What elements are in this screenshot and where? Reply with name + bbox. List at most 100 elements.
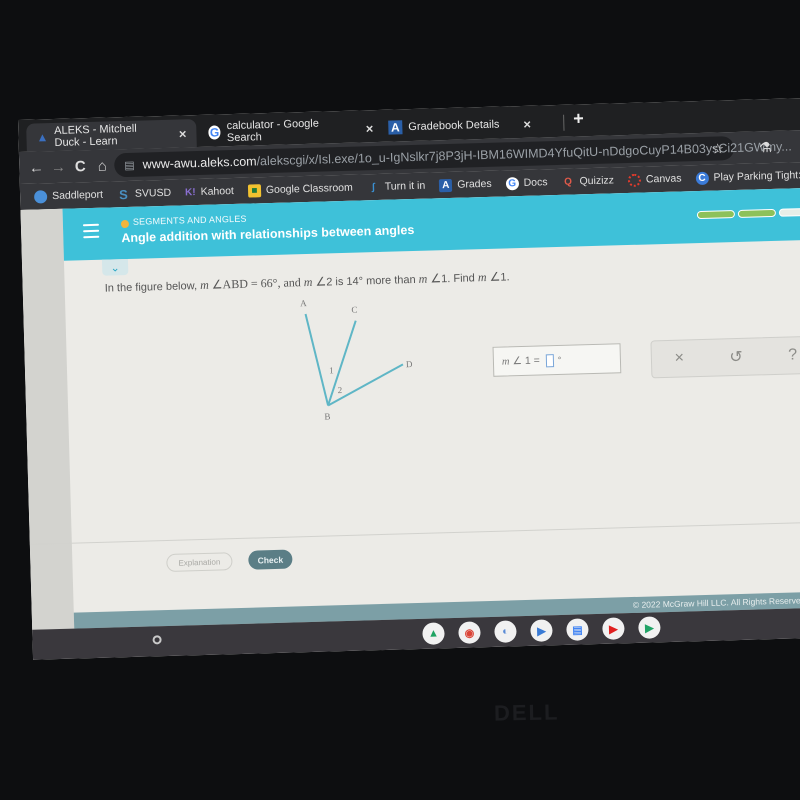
aleks-logo-icon: ▲	[36, 130, 49, 145]
bookmark-google-classroom[interactable]: ■ Google Classroom	[247, 181, 353, 198]
play-store-icon[interactable]: ▶	[638, 616, 661, 639]
saddleport-icon	[33, 189, 48, 204]
turnitin-icon: ʃ	[371, 181, 376, 193]
progress-segment	[737, 208, 777, 218]
close-tab-icon[interactable]: ×	[366, 121, 374, 136]
math-m: m	[501, 355, 510, 368]
answer-box: m ∠ 1 = °	[492, 343, 622, 377]
bookmark-grades[interactable]: A Grades	[439, 177, 492, 192]
math-m: m	[199, 277, 209, 292]
forward-icon[interactable]: →	[47, 158, 69, 176]
game-icon: C	[695, 171, 709, 185]
question-part: 1. Find	[441, 272, 479, 286]
tab-label: Gradebook Details	[408, 118, 500, 134]
topic-status-dot	[120, 219, 130, 229]
google-icon: G	[505, 176, 519, 190]
extension-icon[interactable]: ⚗	[759, 139, 772, 156]
bookmark-label: Quizizz	[579, 174, 615, 188]
back-icon[interactable]: ←	[25, 159, 47, 177]
kahoot-icon: K!	[184, 186, 196, 198]
progress-segment	[696, 210, 736, 220]
new-tab-button[interactable]: +	[573, 108, 584, 129]
home-icon[interactable]: ⌂	[91, 157, 113, 175]
angle-figure: A C D B 1 2	[300, 298, 413, 422]
question-text: In the figure below, m ∠ABD = 66°, and m…	[105, 269, 510, 295]
site-info-icon[interactable]: ▤	[124, 158, 135, 171]
bookmark-canvas[interactable]: Canvas	[627, 172, 682, 187]
bookmark-play-parking[interactable]: C Play Parking Tight:...	[695, 168, 800, 185]
bookmark-docs[interactable]: G Docs	[505, 176, 548, 190]
answer-input[interactable]	[545, 353, 555, 367]
laptop-screen: ▲ ALEKS - Mitchell Duck - Learn × G calc…	[18, 97, 800, 660]
angle-2-label: 2	[338, 385, 343, 395]
quizizz-icon: Q	[564, 176, 573, 188]
point-b-label: B	[324, 411, 330, 421]
google-drive-icon[interactable]: ▲	[422, 622, 445, 645]
check-button[interactable]: Check	[248, 549, 293, 570]
point-c-label: C	[351, 305, 357, 315]
bookmark-svusd[interactable]: S SVUSD	[117, 186, 172, 201]
canvas-icon	[627, 173, 642, 187]
undo-icon[interactable]: ↺	[729, 347, 743, 367]
bookmark-label: Saddleport	[51, 188, 104, 203]
bookmark-kahoot[interactable]: K! Kahoot	[185, 185, 234, 199]
launcher-icon[interactable]	[152, 635, 162, 645]
copyright-text: © 2022 McGraw Hill LLC. All Rights Reser…	[632, 595, 800, 611]
angle-symbol: ∠	[430, 271, 442, 286]
question-part: 2 is 14° more than	[326, 273, 419, 289]
question-part: 1.	[500, 271, 510, 284]
tab-label: calculator - Google Search	[226, 117, 320, 145]
angle-1-label: 1	[329, 365, 334, 375]
question-part: In the figure below,	[104, 279, 201, 295]
left-gutter	[20, 208, 75, 630]
aleks-page: SEGMENTS AND ANGLES Angle addition with …	[20, 187, 800, 630]
angle-symbol: ∠	[489, 269, 501, 284]
help-icon[interactable]: ?	[788, 346, 797, 364]
clear-icon[interactable]: ×	[674, 350, 684, 368]
bookmark-label: Kahoot	[200, 185, 235, 198]
aleks-a-icon: A	[388, 120, 403, 135]
reload-icon[interactable]: C	[69, 157, 91, 175]
progress-bar	[696, 207, 800, 220]
math-m: m	[477, 269, 487, 285]
bezel-brand-logo: DELL	[493, 699, 560, 726]
bookmark-label: Canvas	[645, 172, 682, 186]
math-m: m	[418, 271, 428, 286]
bookmark-turnitin[interactable]: ʃ Turn it in	[367, 179, 426, 194]
explanation-button[interactable]: Explanation	[166, 552, 233, 573]
page-title: Angle addition with relationships betwee…	[121, 222, 415, 246]
topic-label: SEGMENTS AND ANGLES	[132, 213, 247, 227]
answer-tools: × ↺ ?	[650, 335, 800, 379]
bookmark-star-icon[interactable]: ☆	[711, 140, 724, 157]
point-a-label: A	[300, 298, 307, 308]
bookmark-label: Google Classroom	[265, 181, 353, 197]
chrome-icon[interactable]: ◉	[458, 621, 481, 644]
bookmark-quizizz[interactable]: Q Quizizz	[561, 174, 614, 188]
bookmark-saddleport[interactable]: Saddleport	[33, 188, 104, 204]
angle-symbol: ∠	[315, 274, 327, 289]
youtube-icon[interactable]: ▶	[602, 617, 625, 640]
menu-icon[interactable]	[82, 223, 100, 242]
divider	[29, 521, 800, 545]
ray-ba	[304, 313, 330, 406]
progress-segment	[778, 207, 800, 217]
degree-unit: °	[557, 354, 562, 366]
answer-lhs: 1 =	[524, 354, 540, 367]
angle-symbol: ∠	[512, 355, 523, 368]
collapse-chevron-icon[interactable]: ⌄	[101, 258, 129, 276]
tab-separator	[563, 114, 565, 131]
play-movies-icon[interactable]: ▶	[530, 619, 553, 642]
url-host: www-awu.aleks.com	[142, 154, 257, 172]
close-tab-icon[interactable]: ×	[179, 126, 187, 141]
point-d-label: D	[406, 359, 413, 369]
bookmark-label: Docs	[523, 176, 548, 189]
tab-label: ALEKS - Mitchell Duck - Learn	[54, 122, 137, 149]
bookmark-label: Play Parking Tight:...	[713, 168, 800, 184]
google-classroom-icon: ■	[247, 183, 262, 198]
angle-symbol: ∠	[211, 277, 223, 292]
close-tab-icon[interactable]: ×	[523, 116, 531, 131]
settings-app-icon[interactable]: ◐	[494, 620, 517, 643]
question-part: ABD = 66°, and	[222, 275, 304, 292]
google-docs-icon[interactable]: ▤	[566, 618, 589, 641]
svusd-icon: S	[118, 186, 128, 202]
